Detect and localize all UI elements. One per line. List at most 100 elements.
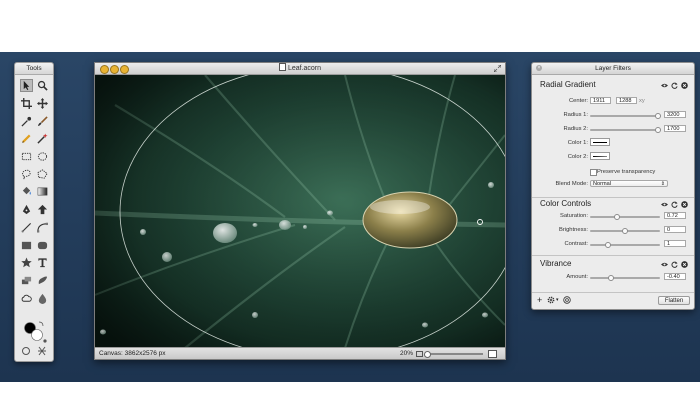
ellipse-select-icon [37,152,47,161]
brightness-slider-knob[interactable] [622,227,628,234]
ellipse-select-tool[interactable] [34,148,50,166]
zoom-fit-icon[interactable] [416,351,423,357]
contrast-slider-knob[interactable] [604,241,611,248]
line-icon [21,222,31,233]
preserve-transparency-checkbox[interactable] [590,169,597,176]
image-canvas[interactable] [95,75,505,348]
vibrance-heading: Vibrance [540,259,572,268]
eyedropper-tool[interactable] [18,112,34,130]
rect-shape-tool[interactable] [18,236,34,254]
panel-close-icon[interactable]: × [536,65,542,71]
status-bar: Canvas: 3862x2576 px 20% [95,347,505,359]
drop-tool[interactable] [34,289,50,307]
add-filter-button[interactable]: + [537,295,542,305]
gradient-icon [37,188,47,196]
smudge-icon [38,276,47,285]
eye-icon[interactable] [661,201,668,208]
brightness-slider[interactable] [590,227,660,234]
radius2-slider[interactable] [590,126,661,133]
pencil-tool[interactable] [18,130,34,148]
saturation-slider[interactable] [590,213,660,220]
circle-tool-icon[interactable] [22,347,30,355]
radius1-field[interactable]: 3200 [664,111,686,118]
gear-icon[interactable] [547,296,555,306]
remove-filter-icon[interactable] [681,201,688,208]
zoom-level[interactable]: 20% [400,348,413,359]
amount-field[interactable]: -0.40 [664,273,686,280]
center-x-field[interactable]: 1911 [590,97,611,104]
panel-footer: + ▾ Flatten [532,293,694,309]
canvas-size-label: Canvas: 3862x2576 px [99,350,166,357]
document-icon [278,63,286,71]
zoom-slider-knob[interactable] [424,350,431,358]
gradient-tool[interactable] [34,183,50,201]
preset-icon[interactable] [563,296,571,306]
background-color[interactable] [31,329,43,341]
radial-gradient-controls [661,82,688,89]
amount-slider[interactable] [590,274,660,281]
remove-filter-icon[interactable] [681,82,688,89]
center-y-field[interactable]: 1288 [616,97,637,104]
brightness-label: Brightness: [559,227,588,233]
window-title: Leaf.acorn [95,63,505,74]
color1-label: Color 1: [567,140,588,146]
clone-tool[interactable] [18,272,34,290]
chevron-down-icon[interactable]: ▾ [556,297,559,303]
fill-bucket-icon [22,187,31,196]
crop-tool[interactable] [18,95,34,113]
saturation-field[interactable]: 0.72 [664,212,686,219]
eye-icon[interactable] [661,261,668,268]
amount-slider-knob[interactable] [608,274,614,281]
bezier-tool[interactable] [34,219,50,237]
contrast-field[interactable]: 1 [664,240,686,247]
radius1-slider[interactable] [590,112,661,119]
transform-icon[interactable] [38,346,46,356]
star-tool[interactable] [18,254,34,272]
reset-icon[interactable] [671,82,678,89]
text-tool[interactable] [34,254,50,272]
contrast-slider[interactable] [590,241,660,248]
reset-icon[interactable] [671,201,678,208]
rect-select-icon [21,152,31,161]
reset-icon[interactable] [671,261,678,268]
zoom-tool[interactable] [34,77,50,95]
cloud-tool[interactable] [18,289,34,307]
line-tool[interactable] [18,219,34,237]
section-divider [532,197,694,198]
preserve-transparency-label: Preserve transparency [597,169,656,175]
polygon-lasso-tool[interactable] [34,165,50,183]
fill-bucket-tool[interactable] [18,183,34,201]
pen-tool[interactable] [18,201,34,219]
color-well[interactable] [18,319,50,359]
image-window-titlebar[interactable]: Leaf.acorn [95,63,505,75]
radius2-slider-knob[interactable] [654,126,661,133]
select-tool[interactable] [18,77,34,95]
move-tool[interactable] [34,95,50,113]
arrow-tool[interactable] [34,201,50,219]
rect-shape-icon [21,241,31,249]
layer-filters-titlebar[interactable]: × Layer Filters [532,63,694,75]
rect-select-tool[interactable] [18,148,34,166]
zoom-slider[interactable] [424,350,483,358]
color2-swatch[interactable] [590,152,610,160]
swap-colors-icon[interactable] [38,321,44,327]
radius2-field[interactable]: 1700 [664,125,686,132]
amount-label: Amount: [566,274,588,280]
rounded-rect-tool[interactable] [34,236,50,254]
remove-filter-icon[interactable] [681,261,688,268]
brightness-field[interactable]: 0 [664,226,686,233]
flatten-button[interactable]: Flatten [658,296,690,305]
lasso-tool[interactable] [18,165,34,183]
saturation-slider-knob[interactable] [613,213,620,220]
zoom-actual-icon[interactable] [488,350,497,358]
eye-icon[interactable] [661,82,668,89]
smudge-tool[interactable] [34,272,50,290]
star-icon [20,257,32,268]
magic-wand-tool[interactable] [34,130,50,148]
fullscreen-icon[interactable] [493,64,502,74]
blend-mode-select[interactable]: Normal ⇕ [590,180,668,187]
color1-swatch[interactable] [590,138,610,146]
radius1-slider-knob[interactable] [654,112,661,119]
color-picker-dot-icon[interactable] [43,339,47,343]
brush-tool[interactable] [34,112,50,130]
